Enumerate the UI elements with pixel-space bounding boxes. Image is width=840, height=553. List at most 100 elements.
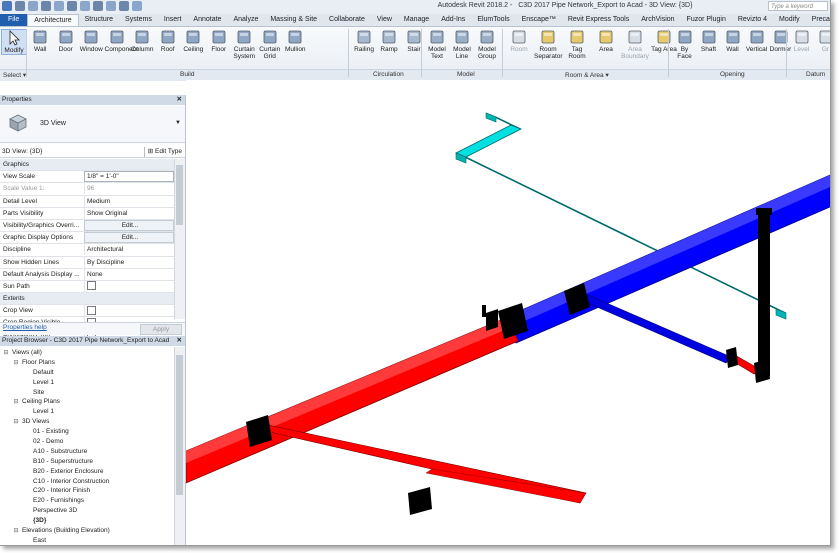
tab-revit-express-tools[interactable]: Revit Express Tools	[562, 14, 635, 26]
browser-scrollbar[interactable]	[174, 347, 185, 545]
tab-architecture[interactable]: Architecture	[27, 14, 79, 26]
tab-add-ins[interactable]: Add-Ins	[435, 14, 471, 26]
level-button[interactable]: Level	[790, 29, 813, 53]
view-instance-dropdown[interactable]: 3D View: {3D}	[2, 147, 42, 157]
model-group-button[interactable]: Model Group	[475, 29, 499, 60]
browser-item[interactable]: C20 - Interior Finish	[0, 486, 174, 496]
browser-item[interactable]: B10 - Superstructure	[0, 457, 174, 467]
properties-scrollbar[interactable]	[174, 159, 185, 319]
edit-type-button[interactable]: ⊞ Edit Type	[143, 147, 182, 157]
browser-item[interactable]: East	[0, 536, 174, 545]
component-button[interactable]: Component	[105, 29, 138, 53]
red-pipe-main[interactable]	[186, 316, 519, 484]
tab-structure[interactable]: Structure	[79, 14, 119, 26]
browser-item[interactable]: A10 - Substructure	[0, 447, 174, 457]
shaft-button[interactable]: Shaft	[697, 29, 720, 53]
expand-toggle-icon[interactable]: ⊟	[13, 358, 19, 368]
tab-systems[interactable]: Systems	[119, 14, 158, 26]
tab-collaborate[interactable]: Collaborate	[323, 14, 371, 26]
edit-button[interactable]: Edit...	[84, 232, 174, 244]
vertical-button[interactable]: Vertical	[745, 29, 768, 53]
browser-item[interactable]: 01 - Existing	[0, 427, 174, 437]
tab-fuzor-plugin[interactable]: Fuzor Plugin	[681, 14, 732, 26]
properties-help-link[interactable]: Properties help	[3, 324, 47, 331]
roof-button[interactable]: Roof	[156, 29, 181, 53]
tab-enscape[interactable]: Enscape™	[516, 14, 562, 26]
modify-button[interactable]: Modify	[1, 29, 27, 55]
tab-analyze[interactable]: Analyze	[227, 14, 264, 26]
browser-item[interactable]: Perspective 3D	[0, 506, 174, 516]
expand-toggle-icon[interactable]: ⊟	[13, 526, 19, 536]
tab-massing-site[interactable]: Massing & Site	[264, 14, 323, 26]
expand-toggle-icon[interactable]: ⊟	[3, 348, 9, 358]
scrollbar-thumb[interactable]	[176, 355, 183, 495]
property-value[interactable]: Architectural	[84, 244, 174, 256]
blue-pipe-branch[interactable]	[580, 294, 732, 364]
select-dropdown[interactable]: Select ▾	[3, 71, 26, 79]
browser-item[interactable]: 02 - Demo	[0, 437, 174, 447]
property-value[interactable]: Medium	[84, 195, 174, 207]
gr-button[interactable]: Gr	[814, 29, 830, 53]
tab-revizto-4[interactable]: Revizto 4	[732, 14, 773, 26]
tag-room-button[interactable]: Tag Room	[563, 29, 591, 60]
tab-file[interactable]: File	[0, 14, 28, 26]
browser-item[interactable]: {3D}	[0, 516, 174, 526]
curtain-grid-button[interactable]: Curtain Grid	[258, 29, 283, 60]
tab-archvision[interactable]: ArchVision	[635, 14, 680, 26]
browser-item[interactable]: ⊟ Elevations (Building Elevation)	[0, 526, 174, 536]
railing-button[interactable]: Railing	[352, 29, 376, 53]
room-button[interactable]: Room	[505, 29, 533, 53]
area-button[interactable]: Area	[592, 29, 620, 53]
column-button[interactable]: Column	[130, 29, 155, 53]
search-input[interactable]: Type a keyword	[768, 1, 828, 11]
floor-button[interactable]: Floor	[207, 29, 232, 53]
ramp-button[interactable]: Ramp	[377, 29, 401, 53]
ceiling-button[interactable]: Ceiling	[181, 29, 206, 53]
property-section[interactable]: Graphics	[0, 159, 174, 172]
browser-item[interactable]: ⊟ Floor Plans	[0, 358, 174, 368]
browser-item[interactable]: E20 - Furnishings	[0, 496, 174, 506]
browser-item[interactable]: ⊟ Views (all)	[0, 348, 174, 358]
expand-toggle-icon[interactable]: ⊟	[13, 397, 19, 407]
property-checkbox[interactable]	[87, 305, 96, 315]
area-boundary-button[interactable]: Area Boundary	[621, 29, 649, 60]
wall-button[interactable]: Wall	[721, 29, 744, 53]
browser-item[interactable]: Level 1	[0, 407, 174, 417]
tab-view[interactable]: View	[371, 14, 398, 26]
property-value[interactable]: By Discipline	[84, 256, 174, 268]
scrollbar-thumb[interactable]	[176, 165, 183, 225]
property-value[interactable]: Show Original	[84, 207, 174, 219]
apply-button[interactable]: Apply	[140, 324, 182, 335]
property-section[interactable]: Extents	[0, 293, 174, 306]
pipe-network-drawing[interactable]	[186, 95, 830, 546]
tab-manage[interactable]: Manage	[398, 14, 435, 26]
curtain-system-button[interactable]: Curtain System	[232, 29, 257, 60]
model-text-button[interactable]: Model Text	[425, 29, 449, 60]
door-button[interactable]: Door	[54, 29, 79, 53]
tab-insert[interactable]: Insert	[158, 14, 188, 26]
close-icon[interactable]: ✕	[177, 336, 182, 346]
browser-item[interactable]: ⊟ 3D Views	[0, 417, 174, 427]
chevron-down-icon[interactable]: ▼	[175, 120, 181, 126]
type-selector[interactable]: 3D View ▼	[0, 106, 185, 143]
tab-elumtools[interactable]: ElumTools	[471, 14, 515, 26]
browser-item[interactable]: Level 1	[0, 378, 174, 388]
wall-button[interactable]: Wall	[28, 29, 53, 53]
stair-button[interactable]: Stair	[402, 29, 426, 53]
by-face-button[interactable]: By Face	[673, 29, 696, 60]
browser-item[interactable]: B20 - Exterior Enclosure	[0, 467, 174, 477]
property-value[interactable]: None	[84, 268, 174, 280]
mullion-button[interactable]: Mullion	[283, 29, 308, 53]
edit-button[interactable]: Edit...	[84, 219, 174, 231]
tab-modify[interactable]: Modify	[773, 14, 806, 26]
property-checkbox[interactable]	[87, 281, 96, 291]
view-scale-field[interactable]: 1/8" = 1'-0"	[84, 171, 174, 183]
window-button[interactable]: Window	[79, 29, 104, 53]
dormer-button[interactable]: Dormer	[769, 29, 792, 53]
browser-item[interactable]: ⊟ Ceiling Plans	[0, 397, 174, 407]
close-icon[interactable]: ✕	[177, 95, 182, 105]
room-separator-button[interactable]: Room Separator	[534, 29, 563, 60]
browser-item[interactable]: C10 - Interior Construction	[0, 477, 174, 487]
browser-item[interactable]: Default	[0, 368, 174, 378]
tab-precast[interactable]: Precast	[806, 14, 830, 26]
